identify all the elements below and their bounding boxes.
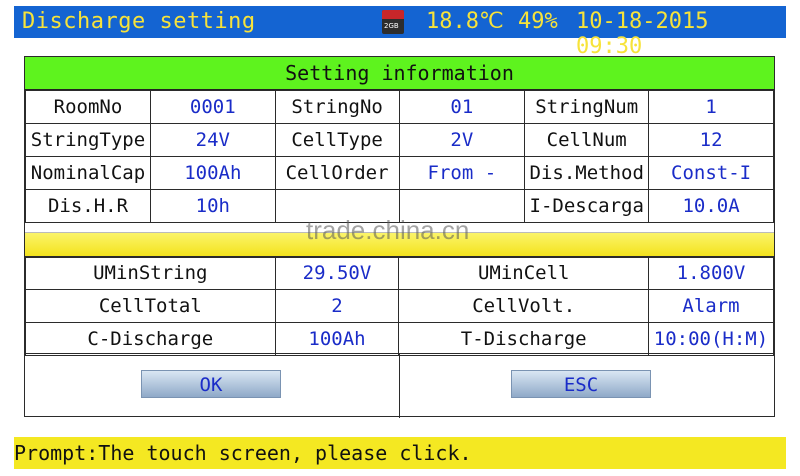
setting-label: T-Discharge [398,322,649,356]
info-row: NominalCap 100Ah CellOrder From - Dis.Method… [25,156,774,190]
setting-label: C-Discharge [25,322,276,356]
ok-button[interactable]: OK [141,370,281,398]
button-row: OK ESC [25,353,774,418]
prompt-text: Prompt:The touch screen, please click. [14,441,472,465]
setting-label: CellOrder [274,156,400,190]
setting-label: Dis.Method [524,156,650,190]
setting-value[interactable]: From - [398,156,526,190]
section-header: Setting information [25,57,774,90]
setting-value[interactable]: 10:00(H:M) [648,322,774,356]
info-table: RoomNo 0001 StringNo 01 StringNum 1 StringType… [25,90,774,223]
setting-value[interactable]: 1.800V [648,256,774,290]
setting-value[interactable]: 24V [149,123,276,157]
setting-value[interactable]: 0001 [149,90,276,124]
setting-label: CellNum [524,123,650,157]
prompt-bar: Prompt:The touch screen, please click. [14,437,786,469]
setting-label: NominalCap [25,156,151,190]
setting-label: UMinString [25,256,276,290]
title-bar: Discharge setting 2GB 18.8℃ 49% 10-18-20… [14,6,786,59]
setting-label: CellTotal [25,289,276,323]
button-divider [399,354,400,418]
limits-row: C-Discharge 100Ah T-Discharge 10:00(H:M) [25,322,774,356]
setting-value[interactable]: 12 [648,123,774,157]
setting-label: CellVolt. [398,289,649,323]
info-row: RoomNo 0001 StringNo 01 StringNum 1 [25,90,774,124]
setting-value[interactable]: Const-I [648,156,774,190]
battery-readout: 49% [518,9,558,34]
setting-label: RoomNo [25,90,151,124]
setting-label: StringNum [524,90,650,124]
datetime-readout: 10-18-2015 09:30 [576,9,709,59]
setting-value[interactable]: 01 [398,90,526,124]
setting-value[interactable]: 100Ah [274,322,400,356]
sd-card-size: 2GB [384,22,399,30]
setting-label: UMinCell [398,256,649,290]
setting-value[interactable]: Alarm [648,289,774,323]
esc-button[interactable]: ESC [511,370,651,398]
temperature-readout: 18.8℃ [426,9,504,34]
sd-card-label-band [382,10,404,19]
setting-label: CellType [274,123,400,157]
limits-table: UMinString 29.50V UMinCell 1.800V CellTotal 2… [25,256,774,356]
setting-value[interactable]: 10.0A [648,189,774,223]
setting-value[interactable]: 1 [648,90,774,124]
setting-label: I-Descarga [524,189,650,223]
setting-value[interactable]: 10h [149,189,276,223]
sd-card-icon: 2GB [382,10,404,34]
setting-value[interactable]: 29.50V [274,256,400,290]
watermark: trade.china.cn [306,215,470,245]
setting-value[interactable]: 2V [398,123,526,157]
setting-value[interactable]: 100Ah [149,156,276,190]
setting-value[interactable]: 2 [274,289,400,323]
limits-row: CellTotal 2 CellVolt. Alarm [25,289,774,323]
setting-label: StringType [25,123,151,157]
info-row: StringType 24V CellType 2V CellNum 12 [25,123,774,157]
page-title: Discharge setting [22,9,256,34]
limits-row: UMinString 29.50V UMinCell 1.800V [25,256,774,290]
setting-label: StringNo [274,90,400,124]
setting-label: Dis.H.R [25,189,151,223]
